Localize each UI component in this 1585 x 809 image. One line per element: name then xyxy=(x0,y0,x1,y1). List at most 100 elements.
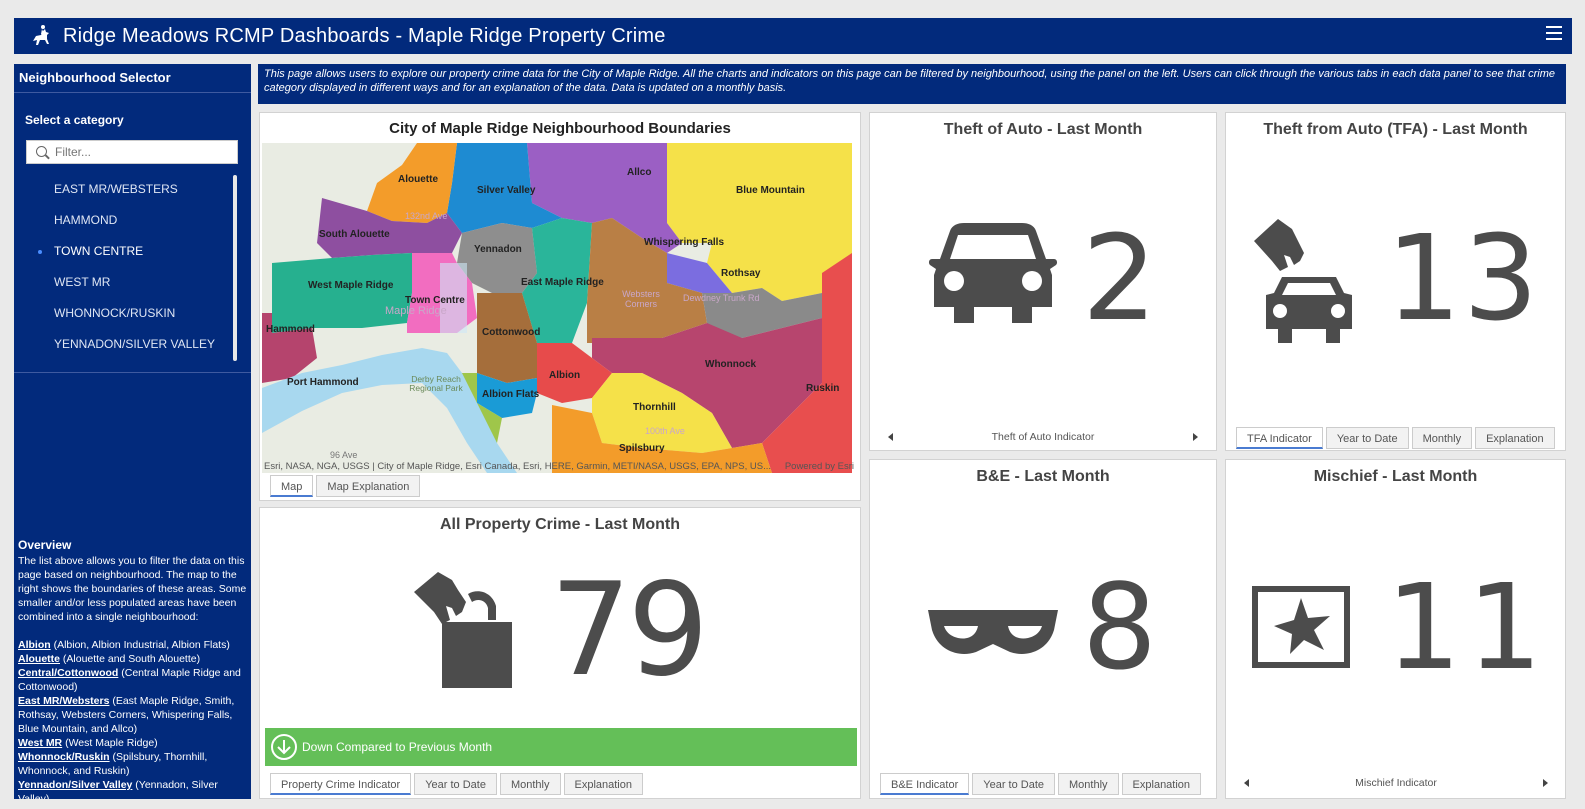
map-label: Alouette xyxy=(398,174,438,185)
map-label: Spilsbury xyxy=(619,443,665,454)
map-label: Silver Valley xyxy=(477,185,536,196)
neighbourhood-link[interactable]: Whonnock/Ruskin xyxy=(18,751,110,763)
map-label: West Maple Ridge xyxy=(308,280,394,291)
map-label: Maple Ridge xyxy=(385,305,447,317)
list-scrollbar[interactable] xyxy=(233,175,237,361)
prev-arrow-icon[interactable] xyxy=(882,427,898,447)
theft-auto-value: 2 xyxy=(1082,209,1158,347)
neighbourhood-list: EAST MR/WEBSTERS HAMMOND TOWN CENTRE WES… xyxy=(14,174,239,360)
map-panel: City of Maple Ridge Neighbourhood Bounda… xyxy=(259,112,861,501)
tab-be-indicator[interactable]: B&E Indicator xyxy=(880,773,970,795)
tab-year-to-date[interactable]: Year to Date xyxy=(972,773,1056,795)
tfa-value: 13 xyxy=(1386,209,1541,347)
tab-year-to-date[interactable]: Year to Date xyxy=(1325,427,1409,449)
neighbourhood-link[interactable]: Yennadon/Silver Valley xyxy=(18,779,132,791)
neighbourhood-def: West MR (West Maple Ridge) xyxy=(18,736,250,750)
neighbourhood-link[interactable]: Albion xyxy=(18,639,51,651)
map-label: Websters Corners xyxy=(622,289,660,309)
theft-auto-navbar: Theft of Auto Indicator xyxy=(880,427,1206,447)
tab-tfa-indicator[interactable]: TFA Indicator xyxy=(1236,427,1323,449)
divider xyxy=(14,372,251,373)
neighbourhood-link[interactable]: East MR/Websters xyxy=(18,695,109,707)
status-banner: Down Compared to Previous Month xyxy=(265,728,857,766)
sidebar-heading: Neighbourhood Selector xyxy=(19,70,171,85)
next-arrow-icon[interactable] xyxy=(1538,773,1554,793)
map-label: Albion Flats xyxy=(482,389,540,400)
sidebar-item-town-centre[interactable]: TOWN CENTRE xyxy=(14,236,239,267)
tab-map[interactable]: Map xyxy=(270,475,314,497)
map-label: 96 Ave xyxy=(330,450,358,460)
overview-title: Overview xyxy=(18,538,72,552)
be-panel: B&E - Last Month 8 B&E Indicator Year to… xyxy=(869,459,1217,799)
overview-body: The list above allows you to filter the … xyxy=(18,554,250,799)
neighbourhood-def: East MR/Websters (East Maple Ridge, Smit… xyxy=(18,694,250,736)
map-label: Blue Mountain xyxy=(736,185,805,196)
neighbourhood-desc: (West Maple Ridge) xyxy=(62,737,158,749)
tab-explanation[interactable]: Explanation xyxy=(1475,427,1555,449)
hand-bag-theft-icon xyxy=(414,572,512,688)
map-label: Port Hammond xyxy=(287,377,359,388)
theft-auto-nav-label: Theft of Auto Indicator xyxy=(991,431,1095,443)
powered-by-esri[interactable]: Powered by Esri xyxy=(785,461,854,472)
overview-text: The list above allows you to filter the … xyxy=(18,555,247,623)
tab-monthly[interactable]: Monthly xyxy=(499,773,561,795)
car-icon xyxy=(928,223,1058,323)
sidebar-item-east-mr-websters[interactable]: EAST MR/WEBSTERS xyxy=(14,174,239,205)
hamburger-menu-icon[interactable] xyxy=(1546,26,1562,42)
tfa-tabs: TFA Indicator Year to Date Monthly Expla… xyxy=(1236,427,1558,449)
map-label: East Maple Ridge xyxy=(521,277,604,288)
broken-window-icon xyxy=(1252,586,1350,668)
arrow-down-circle-icon xyxy=(271,734,297,760)
neighbourhood-desc: (Albion, Albion Industrial, Albion Flats… xyxy=(50,639,230,651)
filter-field[interactable] xyxy=(26,140,238,164)
sidebar-item-yennadon-silver-valley[interactable]: YENNADON/SILVER VALLEY xyxy=(14,329,239,360)
map-label: Albion xyxy=(549,370,581,381)
tab-year-to-date[interactable]: Year to Date xyxy=(414,773,497,795)
rcmp-horse-rider-icon xyxy=(33,25,49,45)
sidebar-item-hammond[interactable]: HAMMOND xyxy=(14,205,239,236)
sidebar-item-whonnock-ruskin[interactable]: WHONNOCK/RUSKIN xyxy=(14,298,239,329)
tab-explanation[interactable]: Explanation xyxy=(563,773,643,795)
be-value: 8 xyxy=(1082,558,1158,696)
tab-monthly[interactable]: Monthly xyxy=(1058,773,1119,795)
next-arrow-icon[interactable] xyxy=(1188,427,1204,447)
sidebar-item-west-mr[interactable]: WEST MR xyxy=(14,267,239,298)
tfa-panel: Theft from Auto (TFA) - Last Month 13 TF… xyxy=(1225,112,1566,451)
map-label: Dewdney Trunk Rd xyxy=(683,293,760,303)
tab-property-crime-indicator[interactable]: Property Crime Indicator xyxy=(270,773,412,795)
app-header: Ridge Meadows RCMP Dashboards - Maple Ri… xyxy=(14,18,1572,54)
prev-arrow-icon[interactable] xyxy=(1238,773,1254,793)
tab-explanation[interactable]: Explanation xyxy=(1121,773,1202,795)
filter-input[interactable] xyxy=(53,144,233,160)
tab-monthly[interactable]: Monthly xyxy=(1411,427,1473,449)
search-icon xyxy=(36,146,47,157)
map-label: Whonnock xyxy=(705,359,757,370)
all-property-value: 79 xyxy=(550,556,709,705)
map-attribution: Esri, NASA, NGA, USGS | City of Maple Ri… xyxy=(264,461,771,472)
neighbourhood-def: Whonnock/Ruskin (Spilsbury, Thornhill, W… xyxy=(18,750,250,778)
info-banner: This page allows users to explore our pr… xyxy=(258,64,1566,104)
map-label: Allco xyxy=(627,167,652,178)
map-label: Cottonwood xyxy=(482,327,541,338)
neighbourhood-desc: (Alouette and South Alouette) xyxy=(60,653,201,665)
map-label: Hammond xyxy=(266,324,315,335)
map-label: Rothsay xyxy=(721,268,761,279)
all-property-tabs: Property Crime Indicator Year to Date Mo… xyxy=(270,773,646,795)
neighbourhood-sidebar: Neighbourhood Selector Select a category… xyxy=(14,64,251,799)
hand-car-theft-icon xyxy=(1254,219,1352,343)
mischief-panel: Mischief - Last Month 11 Mischief Indica… xyxy=(1225,459,1566,799)
all-property-title: All Property Crime - Last Month xyxy=(439,516,681,533)
neighbourhood-def: Albion (Albion, Albion Industrial, Albio… xyxy=(18,638,250,652)
neighbourhood-link[interactable]: Alouette xyxy=(18,653,60,665)
map-label: 100th Ave xyxy=(645,426,685,436)
theft-auto-title: Theft of Auto - Last Month xyxy=(943,121,1143,138)
be-title: B&E - Last Month xyxy=(976,468,1110,485)
tab-map-explanation[interactable]: Map Explanation xyxy=(316,475,421,497)
neighbourhood-link[interactable]: West MR xyxy=(18,737,62,749)
mischief-navbar: Mischief Indicator xyxy=(1236,773,1556,793)
neighbourhood-def: Central/Cottonwood (Central Maple Ridge … xyxy=(18,666,250,694)
mischief-nav-label: Mischief Indicator xyxy=(1355,777,1437,789)
map-label: Thornhill xyxy=(633,402,676,413)
map-title: City of Maple Ridge Neighbourhood Bounda… xyxy=(389,120,731,137)
neighbourhood-link[interactable]: Central/Cottonwood xyxy=(18,667,118,679)
